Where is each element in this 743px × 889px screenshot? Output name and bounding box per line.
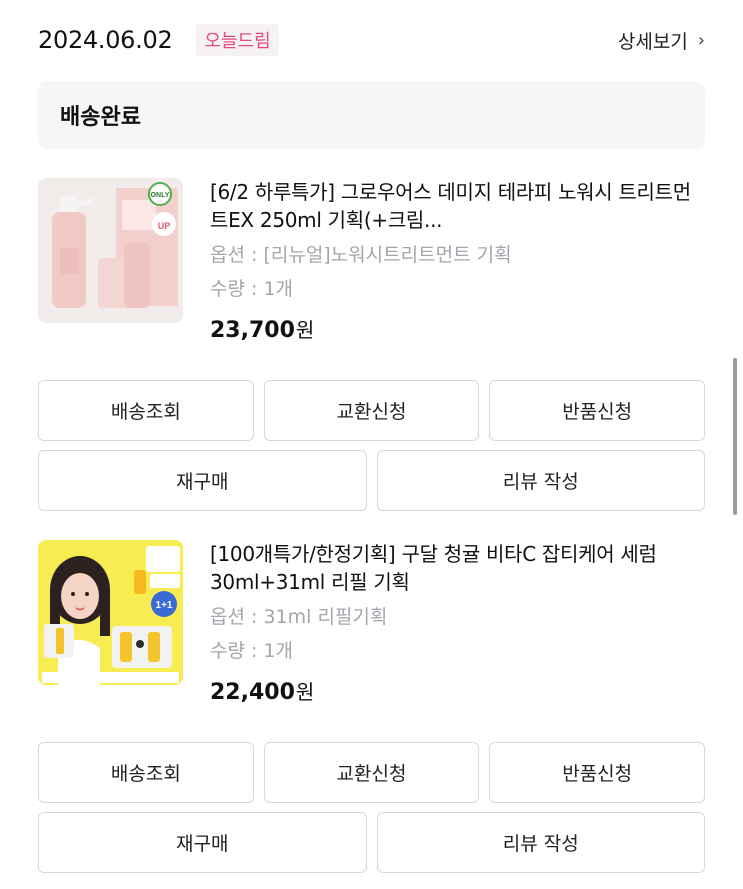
exchange-request-button[interactable]: 교환신청 [263,380,480,441]
write-review-button[interactable]: 리뷰 작성 [376,450,705,511]
product-quantity: 수량 : 1개 [210,640,294,662]
order-date: 2024.06.02 [38,26,173,54]
delivery-status-box: 배송완료 [38,81,705,149]
product-thumbnail[interactable]: ONLY UP [38,178,183,323]
product-price: 23,700 원 [210,314,700,343]
order-detail-link[interactable]: 상세보기 › [618,27,705,54]
price-value: 22,400 [210,680,295,705]
order-product: 1+1 [100개특가/한정기획] 구달 청귤 비타C 잡티케어 세럼 30ml… [38,540,705,715]
product-info: [6/2 하루특가] 그로우어스 데미지 테라피 노워시 트리트먼트EX 250… [210,178,700,343]
svg-text:ONLY: ONLY [151,192,170,199]
price-currency: 원 [295,318,315,342]
svg-text:1+1: 1+1 [156,600,173,611]
chevron-right-icon: › [697,29,705,51]
product-action-row: 재구매 리뷰 작성 [38,812,705,873]
product-name[interactable]: [6/2 하루특가] 그로우어스 데미지 테라피 노워시 트리트먼트EX 250… [210,178,700,234]
hair-treatment-product-image: ONLY UP [38,178,183,323]
price-value: 23,700 [210,318,295,343]
vertical-scrollbar[interactable] [733,358,737,515]
product-name[interactable]: [100개특가/한정기획] 구달 청귤 비타C 잡티케어 세럼 30ml+31m… [210,540,700,596]
exchange-request-button[interactable]: 교환신청 [263,742,480,803]
product-price: 22,400 원 [210,676,700,705]
product-action-row: 배송조회 교환신청 반품신청 [38,742,706,803]
return-request-button[interactable]: 반품신청 [489,380,706,441]
track-delivery-button[interactable]: 배송조회 [38,742,254,803]
product-thumbnail[interactable]: 1+1 [38,540,183,685]
product-option: 옵션 : 31ml 리필기획 [210,606,388,628]
product-action-row: 배송조회 교환신청 반품신청 [38,380,706,441]
order-header: 2024.06.02 오늘드림 상세보기 › [38,20,705,60]
reorder-button[interactable]: 재구매 [38,812,367,873]
product-action-row: 재구매 리뷰 작성 [38,450,705,511]
product-option: 옵션 : [리뉴얼]노워시트리트먼트 기획 [210,244,512,266]
price-currency: 원 [295,680,315,704]
track-delivery-button[interactable]: 배송조회 [38,380,254,441]
order-detail-label: 상세보기 [617,30,688,53]
today-delivery-badge: 오늘드림 [196,24,279,56]
product-quantity: 수량 : 1개 [210,278,294,300]
reorder-button[interactable]: 재구매 [38,450,367,511]
vitamin-serum-product-image: 1+1 [38,540,183,685]
write-review-button[interactable]: 리뷰 작성 [376,812,705,873]
delivery-status: 배송완료 [60,105,141,130]
svg-text:UP: UP [158,221,171,231]
product-info: [100개특가/한정기획] 구달 청귤 비타C 잡티케어 세럼 30ml+31m… [210,540,700,705]
return-request-button[interactable]: 반품신청 [489,742,706,803]
order-product: ONLY UP [6/2 하루특가] 그로우어스 데미지 테라피 노워시 트리트… [38,178,705,353]
